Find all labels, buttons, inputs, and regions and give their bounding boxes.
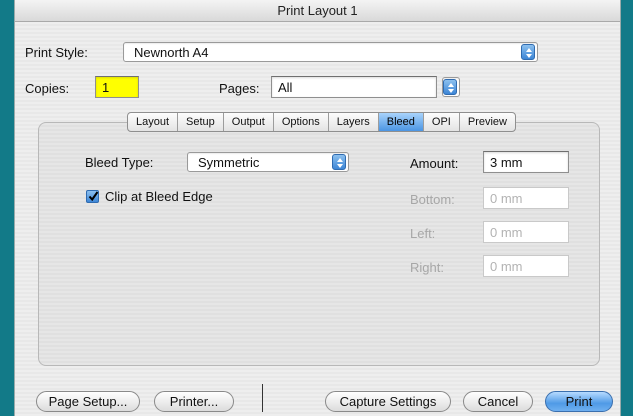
left-field[interactable]: 0 mm bbox=[483, 221, 569, 243]
right-value: 0 mm bbox=[490, 259, 523, 274]
popup-arrows-icon bbox=[332, 154, 346, 170]
amount-label: Amount: bbox=[410, 156, 459, 171]
pages-value: All bbox=[278, 80, 293, 95]
cancel-button[interactable]: Cancel bbox=[463, 391, 533, 412]
window-title: Print Layout 1 bbox=[15, 0, 620, 22]
tab-bar: Layout Setup Output Options Layers Bleed… bbox=[127, 112, 516, 132]
button-separator bbox=[262, 384, 263, 412]
left-label: Left: bbox=[410, 226, 436, 241]
copies-value: 1 bbox=[102, 80, 110, 95]
bottom-value: 0 mm bbox=[490, 191, 523, 206]
clip-bleed-checkbox[interactable] bbox=[86, 190, 99, 203]
checkmark-icon bbox=[88, 191, 99, 202]
tab-output[interactable]: Output bbox=[224, 113, 274, 131]
tab-layers[interactable]: Layers bbox=[329, 113, 379, 131]
clip-bleed-label: Clip at Bleed Edge bbox=[105, 189, 213, 204]
copies-field[interactable]: 1 bbox=[95, 76, 139, 98]
copies-label: Copies: bbox=[25, 81, 70, 96]
right-label: Right: bbox=[410, 260, 444, 275]
pages-popup[interactable] bbox=[442, 77, 460, 97]
print-style-popup[interactable]: Newnorth A4 bbox=[123, 42, 538, 62]
print-style-value: Newnorth A4 bbox=[134, 45, 209, 60]
popup-arrows-icon bbox=[521, 44, 535, 60]
bleed-type-label: Bleed Type: bbox=[85, 155, 154, 170]
bottom-field[interactable]: 0 mm bbox=[483, 187, 569, 209]
capture-settings-button[interactable]: Capture Settings bbox=[325, 391, 451, 412]
left-value: 0 mm bbox=[490, 225, 523, 240]
bleed-type-popup[interactable]: Symmetric bbox=[187, 152, 349, 172]
print-button[interactable]: Print bbox=[545, 391, 613, 412]
amount-field[interactable]: 3 mm bbox=[483, 151, 569, 173]
bottom-label: Bottom: bbox=[410, 192, 455, 207]
printer-button[interactable]: Printer... bbox=[154, 391, 234, 412]
popup-arrows-icon bbox=[443, 79, 457, 95]
tab-bleed[interactable]: Bleed bbox=[378, 113, 424, 131]
print-style-label: Print Style: bbox=[25, 45, 88, 60]
tab-opi[interactable]: OPI bbox=[424, 113, 460, 131]
tab-setup[interactable]: Setup bbox=[178, 113, 224, 131]
page-setup-button[interactable]: Page Setup... bbox=[36, 391, 140, 412]
print-dialog: Print Layout 1 Print Style: Newnorth A4 … bbox=[14, 0, 621, 416]
amount-value: 3 mm bbox=[490, 155, 523, 170]
tab-preview[interactable]: Preview bbox=[460, 113, 515, 131]
tab-options[interactable]: Options bbox=[274, 113, 329, 131]
bleed-type-value: Symmetric bbox=[198, 155, 260, 170]
tab-layout[interactable]: Layout bbox=[128, 113, 179, 131]
pages-label: Pages: bbox=[219, 81, 260, 96]
right-field[interactable]: 0 mm bbox=[483, 255, 569, 277]
pages-field[interactable]: All bbox=[271, 76, 437, 98]
